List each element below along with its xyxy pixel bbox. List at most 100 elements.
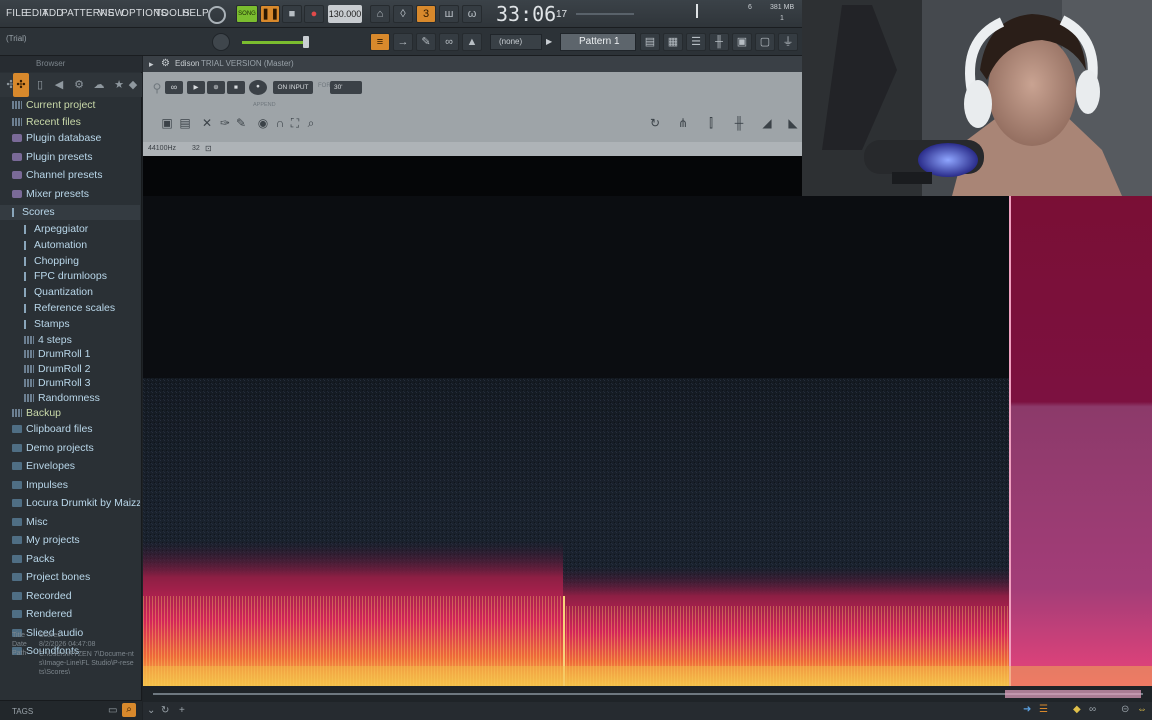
- magnet-icon[interactable]: ∩: [272, 115, 288, 131]
- browser-item-envelopes[interactable]: Envelopes: [0, 459, 140, 474]
- browser-item-plugin-presets[interactable]: Plugin presets: [0, 150, 140, 165]
- browser-item-drumroll-2[interactable]: DrumRoll 2: [0, 362, 140, 377]
- browser-item-backup[interactable]: Backup: [0, 406, 140, 421]
- search-icon[interactable]: ⌕: [122, 703, 136, 717]
- resize-icon[interactable]: ⇔: [1137, 704, 1147, 715]
- plugin-picker-icon[interactable]: ▣: [732, 33, 752, 51]
- fade-icon[interactable]: ◢: [759, 115, 775, 131]
- add-icon[interactable]: +: [179, 705, 185, 716]
- time-signature-icon[interactable]: [208, 6, 226, 24]
- browser-item-demo-projects[interactable]: Demo projects: [0, 441, 140, 456]
- song-mode-button[interactable]: SONG: [236, 5, 258, 23]
- browser-item-impulses[interactable]: Impulses: [0, 478, 140, 493]
- zoom-icon[interactable]: ⌕: [303, 115, 319, 131]
- browser-item-current-project[interactable]: Current project: [0, 98, 140, 113]
- tempo-display[interactable]: 130.000: [328, 5, 362, 23]
- open-file-icon[interactable]: ▤: [177, 115, 193, 131]
- scrub-icon[interactable]: ⊕: [207, 81, 225, 94]
- record-icon[interactable]: ●: [304, 5, 324, 23]
- pattern-selector[interactable]: Pattern 1: [560, 33, 636, 51]
- browser-item-misc[interactable]: Misc: [0, 515, 140, 530]
- waveform-scrollbar[interactable]: [143, 686, 1152, 702]
- spectrogram-view[interactable]: [143, 156, 1152, 686]
- envelope-icon[interactable]: ◣: [785, 115, 801, 131]
- selection-overview[interactable]: [1005, 690, 1141, 698]
- loop-icon[interactable]: ∞: [1089, 704, 1096, 715]
- browser-item-scores[interactable]: Scores: [0, 205, 140, 220]
- speaker-icon[interactable]: ◀: [52, 78, 66, 92]
- master-pitch-knob[interactable]: [212, 33, 230, 51]
- arrow-right-icon[interactable]: ➜: [1023, 704, 1031, 715]
- list-icon[interactable]: ☰: [1039, 704, 1048, 715]
- for-value-field[interactable]: 30': [330, 81, 362, 94]
- equalizer-icon[interactable]: ╫: [731, 115, 747, 131]
- cloud-icon[interactable]: ☁: [92, 78, 106, 92]
- browser-item-project-bones[interactable]: Project bones: [0, 570, 140, 585]
- blend-notes-icon[interactable]: ш: [439, 5, 459, 23]
- eye-icon[interactable]: ◉: [255, 115, 271, 131]
- browser-item-recent-files[interactable]: Recent files: [0, 115, 140, 130]
- browser-item-stamps[interactable]: Stamps: [0, 317, 140, 332]
- wrench-icon[interactable]: ✑: [217, 115, 233, 131]
- sliders-icon[interactable]: ⫿: [703, 115, 719, 131]
- browser-item-fpc-drumloops[interactable]: FPC drumloops: [0, 269, 140, 284]
- browser-all-icon[interactable]: ✣: [13, 73, 29, 97]
- playlist-view-icon[interactable]: ▤: [640, 33, 660, 51]
- refresh-icon[interactable]: ↻: [647, 115, 663, 131]
- browser-item-packs[interactable]: Packs: [0, 552, 140, 567]
- stop-icon[interactable]: ■: [227, 81, 245, 94]
- browser-item-4-steps[interactable]: 4 steps: [0, 333, 140, 348]
- arrow-right-icon[interactable]: →: [393, 33, 413, 51]
- mixer-icon[interactable]: ╫: [709, 33, 729, 51]
- tag-icon[interactable]: ◆: [126, 78, 140, 92]
- stamp-icon[interactable]: ▲: [462, 33, 482, 51]
- piano-roll-icon[interactable]: ▦: [663, 33, 683, 51]
- pause-icon[interactable]: ❚❚: [260, 5, 280, 23]
- browser-item-locura-drumkit-by-maizzeno[interactable]: Locura Drumkit by Maizzeno: [0, 496, 140, 511]
- tune-icon[interactable]: ⋔: [675, 115, 691, 131]
- link-icon[interactable]: ⚲: [149, 80, 165, 96]
- snap-select[interactable]: (none): [490, 34, 542, 50]
- link-icon[interactable]: ∞: [439, 33, 459, 51]
- browser-item-quantization[interactable]: Quantization: [0, 285, 140, 300]
- save-icon[interactable]: ▣: [159, 115, 175, 131]
- pencil-icon[interactable]: ✎: [416, 33, 436, 51]
- stop-icon[interactable]: ■: [282, 5, 302, 23]
- cut-icon[interactable]: ✕: [199, 115, 215, 131]
- browser-item-channel-presets[interactable]: Channel presets: [0, 168, 140, 183]
- browser-item-arpeggiator[interactable]: Arpeggiator: [0, 222, 140, 237]
- channel-rack-icon[interactable]: ☰: [686, 33, 706, 51]
- countdown-icon[interactable]: 3: [416, 5, 436, 23]
- plug-icon[interactable]: ⏚: [778, 33, 798, 51]
- browser-item-recorded[interactable]: Recorded: [0, 589, 140, 604]
- chevron-down-icon[interactable]: ⌄: [147, 705, 155, 716]
- star-icon[interactable]: ★: [112, 78, 126, 92]
- playlist-icon[interactable]: ≡: [370, 33, 390, 51]
- master-volume-slider[interactable]: [242, 41, 308, 44]
- metronome-icon[interactable]: ⌂: [370, 5, 390, 23]
- browser-item-my-projects[interactable]: My projects: [0, 533, 140, 548]
- gear-icon[interactable]: ⚙: [161, 58, 170, 69]
- browser-item-drumroll-1[interactable]: DrumRoll 1: [0, 347, 140, 362]
- pen-icon[interactable]: ✎: [233, 115, 249, 131]
- pattern-prev-icon[interactable]: ▶: [546, 37, 556, 47]
- master-volume-handle[interactable]: [303, 36, 309, 48]
- arrow-right-icon[interactable]: ▸: [149, 59, 154, 70]
- browser-item-drumroll-3[interactable]: DrumRoll 3: [0, 376, 140, 391]
- browser-icon[interactable]: ▢: [755, 33, 775, 51]
- lock-icon[interactable]: ⊝: [1121, 704, 1129, 715]
- format-icon[interactable]: ⊡: [205, 144, 212, 153]
- browser-item-mixer-presets[interactable]: Mixer presets: [0, 187, 140, 202]
- browser-item-plugin-database[interactable]: Plugin database: [0, 131, 140, 146]
- browser-item-clipboard-files[interactable]: Clipboard files: [0, 422, 140, 437]
- play-icon[interactable]: ▶: [187, 81, 205, 94]
- browser-item-rendered[interactable]: Rendered: [0, 607, 140, 622]
- loop-icon[interactable]: ∞: [165, 81, 183, 94]
- file-icon[interactable]: ▯: [33, 78, 47, 92]
- folder-icon[interactable]: ▭: [108, 705, 117, 716]
- fullscreen-icon[interactable]: ⛶: [287, 115, 303, 131]
- browser-item-reference-scales[interactable]: Reference scales: [0, 301, 140, 316]
- browser-item-automation[interactable]: Automation: [0, 238, 140, 253]
- reverse-icon[interactable]: ↻: [161, 705, 169, 716]
- loop-record-icon[interactable]: ω: [462, 5, 482, 23]
